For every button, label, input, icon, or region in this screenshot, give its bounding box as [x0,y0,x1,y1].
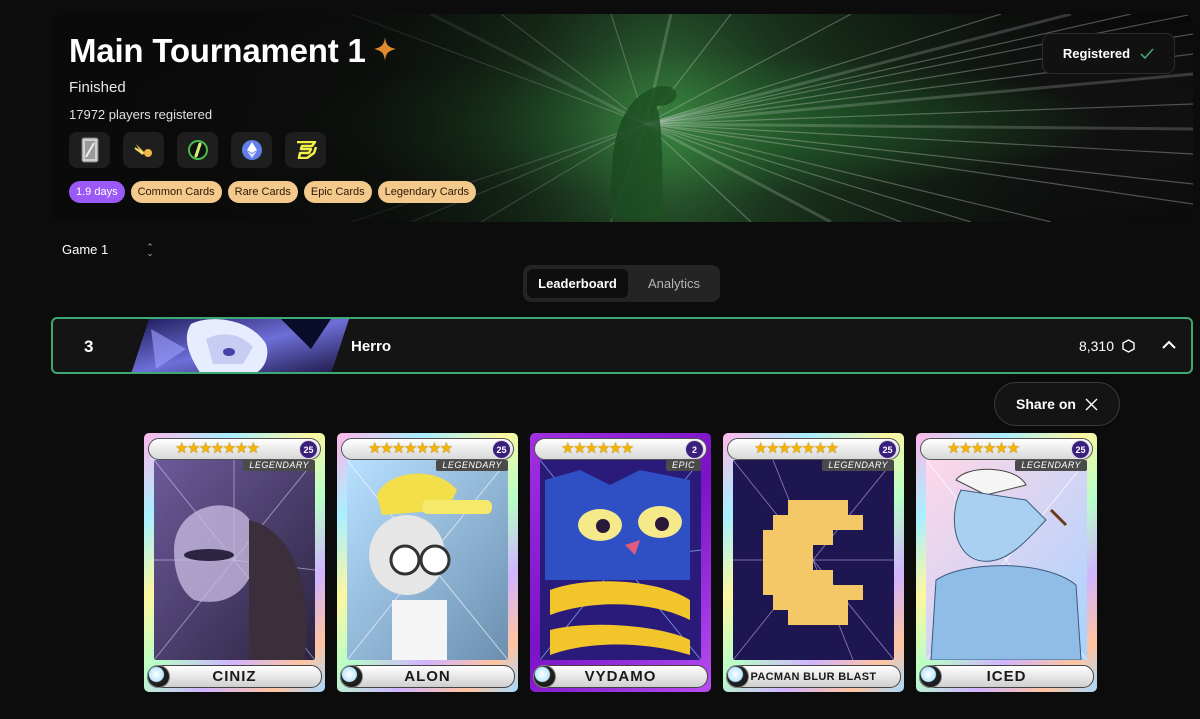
player-card[interactable]: ★★★★★★★ 25 LEGENDARY PACMAN BLUR BLAST [723,433,904,692]
rarity-gem-icon [147,665,170,688]
card-artwork [154,460,315,660]
star-rating: ★★★★★★★ [175,440,260,457]
card-name-bar: VYDAMO [533,665,708,688]
player-card-lineup: ★★★★★★★ 25 LEGENDARY CINIZ ★★★★★★★ 25 LE… [144,433,1097,692]
star-rating: ★★★★★★ [561,440,634,457]
star-rating: ★★★★★★★ [368,440,453,457]
card-rarity-label: LEGENDARY [822,460,894,471]
zksync-icon [177,132,218,168]
rare-cards-chip: Rare Cards [227,181,298,203]
card-name-bar: PACMAN BLUR BLAST [726,665,901,688]
duration-chip: 1.9 days [69,181,125,203]
player-card[interactable]: ★★★★★★★ 25 LEGENDARY ALON [337,433,518,692]
tab-analytics[interactable]: Analytics [632,269,716,298]
chevron-up-icon[interactable] [1161,335,1177,355]
leaderboard-rank: 3 [84,337,94,356]
card-name: CINIZ [212,668,257,685]
card-artwork [347,460,508,660]
ethereum-icon [231,132,272,168]
rarity-gem-icon [533,665,556,688]
x-logo-icon [1085,398,1098,410]
rarity-gem-icon [340,665,363,688]
chain-icon-list [69,132,326,168]
card-artwork [540,460,701,660]
tournament-title: Main Tournament 1 [69,32,396,70]
card-artwork [926,460,1087,660]
game-select-dropdown[interactable]: Game 1 ⌃ ⌄ [62,242,154,257]
tournament-hero-banner: Main Tournament 1 Finished 17972 players… [51,14,1193,222]
leaderboard-row[interactable]: 3 Herro 8,310 [51,317,1193,374]
legendary-cards-chip: Legendary Cards [377,181,477,203]
card-name-bar: ICED [919,665,1094,688]
tournament-tags: 1.9 days Common Cards Rare Cards Epic Ca… [69,181,477,203]
players-registered-count: 17972 players registered [69,107,213,122]
game-select-value: Game 1 [62,242,109,257]
registered-button-label: Registered [1062,46,1131,61]
card-rating-bar: ★★★★★★★ 25 [148,438,321,460]
card-rating-bar: ★★★★★★ 2 [534,438,707,460]
player-banner-image [131,319,349,372]
card-level-badge: 25 [1071,440,1090,459]
share-on-x-button[interactable]: Share on [994,382,1120,426]
card-name: VYDAMO [584,668,657,685]
card-rating-bar: ★★★★★★ 25 [920,438,1093,460]
player-score-value: 8,310 [1078,338,1114,354]
card-rarity-label: LEGENDARY [1015,460,1087,471]
card-rarity-label: EPIC [665,460,701,471]
card-deck-icon [69,132,110,168]
card-name: PACMAN BLUR BLAST [750,670,877,683]
card-rating-bar: ★★★★★★★ 25 [727,438,900,460]
hexagon-icon [1122,339,1135,353]
common-cards-chip: Common Cards [130,181,222,203]
card-level-badge: 25 [878,440,897,459]
epic-cards-chip: Epic Cards [303,181,372,203]
card-rarity-label: LEGENDARY [436,460,508,471]
player-card[interactable]: ★★★★★★ 2 EPIC VYDAMO [530,433,711,692]
view-tabs: Leaderboard Analytics [523,265,720,302]
tournament-page: Main Tournament 1 Finished 17972 players… [0,0,1200,719]
card-rarity-label: LEGENDARY [243,460,315,471]
card-artwork [733,460,894,660]
player-name: Herro [351,338,392,355]
player-score: 8,310 [1079,338,1135,354]
card-rating-bar: ★★★★★★★ 25 [341,438,514,460]
card-level-badge: 25 [299,440,318,459]
blast-logo-icon [285,132,326,168]
rarity-gem-icon [726,665,749,688]
card-level-badge: 25 [492,440,511,459]
registered-button[interactable]: Registered [1042,33,1175,74]
chevron-updown-icon: ⌃ ⌄ [146,241,154,258]
card-name: ALON [404,668,451,685]
card-name: ICED [986,668,1027,685]
rarity-gem-icon [919,665,942,688]
player-card[interactable]: ★★★★★★★ 25 LEGENDARY CINIZ [144,433,325,692]
card-name-bar: ALON [340,665,515,688]
tournament-title-text: Main Tournament 1 [69,32,366,69]
tournament-status: Finished [69,79,126,96]
tab-leaderboard[interactable]: Leaderboard [527,269,628,298]
blast-icon [123,132,164,168]
player-card[interactable]: ★★★★★★ 25 LEGENDARY ICED [916,433,1097,692]
star-rating: ★★★★★★ [947,440,1020,457]
checkmark-icon [1140,48,1154,59]
star-rating: ★★★★★★★ [754,440,839,457]
card-level-badge: 2 [685,440,704,459]
sparkle-icon [373,37,396,61]
share-button-label: Share on [1016,396,1076,412]
card-name-bar: CINIZ [147,665,322,688]
